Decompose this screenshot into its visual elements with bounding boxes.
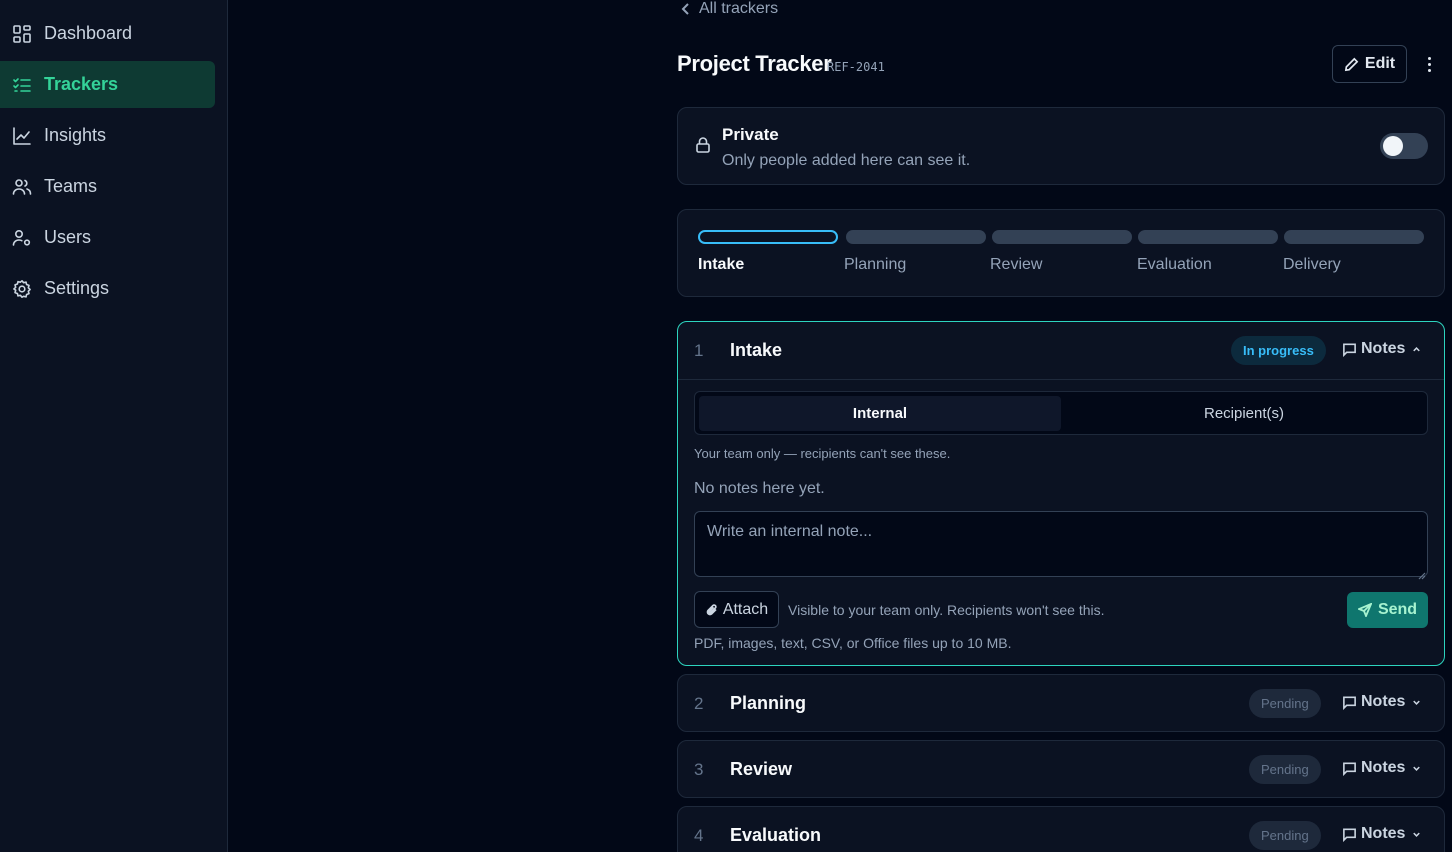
notes-toggle-button[interactable]: Notes — [1342, 693, 1422, 711]
notes-help-text: Your team only — recipients can't see th… — [694, 446, 951, 461]
chevron-down-icon — [1413, 700, 1421, 705]
page-title: Project Tracker — [677, 51, 832, 76]
stage-number: 3 — [694, 760, 704, 779]
sidebar-item-settings[interactable]: Settings — [0, 265, 215, 312]
stage-card-evaluation[interactable]: 4 Evaluation Pending Notes — [677, 806, 1445, 852]
sidebar-item-insights[interactable]: Insights — [0, 112, 215, 159]
send-button[interactable]: Send — [1347, 592, 1428, 628]
notes-label: Notes — [1361, 825, 1406, 842]
chevron-left-icon — [681, 3, 689, 15]
sidebar-item-label: Users — [44, 227, 92, 247]
sidebar-item-label: Dashboard — [44, 23, 133, 43]
stage-stepper: Intake Planning Review Evaluation Delive… — [677, 209, 1445, 297]
private-toggle[interactable] — [1380, 133, 1428, 159]
internal-note-input[interactable] — [694, 511, 1428, 577]
stage-card-intake: 1 Intake In progress Notes Internal Reci… — [677, 321, 1445, 666]
stage-name: Evaluation — [730, 825, 822, 845]
file-type-hint: PDF, images, text, CSV, or Office files … — [694, 635, 1012, 651]
stage-name: Intake — [730, 340, 783, 360]
stage-card-planning[interactable]: 2 Planning Pending Notes — [677, 674, 1445, 732]
privacy-title: Private — [722, 125, 779, 144]
sidebar-item-trackers[interactable]: Trackers — [0, 61, 215, 108]
step-bar-review — [992, 230, 1132, 244]
sidebar-item-label: Insights — [44, 125, 107, 145]
edit-button-label: Edit — [1364, 55, 1396, 72]
reference-code: REF-2041 — [827, 60, 885, 74]
sidebar-item-users[interactable]: Users — [0, 214, 215, 261]
sidebar: Dashboard Trackers Insights Teams Users … — [0, 0, 228, 852]
message-square-icon — [1343, 762, 1356, 776]
stage-number: 1 — [694, 341, 704, 360]
sidebar-item-label: Teams — [44, 176, 98, 196]
back-link[interactable]: All trackers — [679, 0, 778, 18]
edit-button[interactable]: Edit — [1332, 45, 1407, 83]
more-vertical-icon — [1427, 56, 1431, 60]
more-dot — [1427, 68, 1431, 72]
back-link-label: All trackers — [699, 0, 779, 17]
stage-card-review[interactable]: 3 Review Pending Notes — [677, 740, 1445, 798]
attach-button-label: Attach — [722, 600, 769, 618]
toggle-knob — [1383, 136, 1403, 156]
checklist-icon — [12, 75, 32, 95]
privacy-description: Only people added here can see it. — [722, 152, 971, 169]
sidebar-item-dashboard[interactable]: Dashboard — [0, 10, 215, 57]
gear-icon — [12, 279, 32, 299]
stage-number: 2 — [694, 694, 704, 713]
chevron-down-icon — [1413, 832, 1421, 837]
status-badge: Pending — [1249, 821, 1321, 850]
lock-icon — [694, 136, 714, 156]
message-square-icon — [1343, 696, 1356, 710]
sidebar-item-label: Trackers — [44, 74, 119, 94]
step-label-evaluation[interactable]: Evaluation — [1137, 256, 1212, 274]
line-chart-icon — [12, 126, 32, 146]
step-bar-intake — [698, 230, 838, 244]
step-bar-planning — [846, 230, 986, 244]
notes-toggle-button[interactable]: Notes — [1342, 340, 1422, 358]
send-icon — [1357, 603, 1372, 617]
stage-name: Planning — [730, 693, 806, 713]
notes-tabs: Internal Recipient(s) — [694, 391, 1428, 435]
sidebar-item-label: Settings — [44, 278, 110, 298]
stage-number: 4 — [694, 826, 704, 845]
stage-name: Review — [730, 759, 793, 779]
chevron-down-icon — [1413, 766, 1421, 771]
status-badge: In progress — [1231, 336, 1326, 365]
send-button-label: Send — [1377, 601, 1418, 618]
step-bar-delivery — [1284, 230, 1424, 244]
divider — [678, 379, 1444, 380]
more-options-button[interactable] — [1419, 52, 1439, 76]
step-label-intake[interactable]: Intake — [698, 256, 744, 274]
step-bar-evaluation — [1138, 230, 1278, 244]
message-square-icon — [1343, 343, 1356, 357]
pencil-icon — [1344, 57, 1359, 71]
users-icon — [12, 177, 32, 197]
privacy-card: Private Only people added here can see i… — [677, 107, 1445, 185]
sidebar-item-teams[interactable]: Teams — [0, 163, 215, 210]
notes-toggle-button[interactable]: Notes — [1342, 759, 1422, 777]
status-badge: Pending — [1249, 689, 1321, 718]
visibility-note: Visible to your team only. Recipients wo… — [788, 602, 1105, 618]
stage-header[interactable]: 1 Intake In progress Notes — [678, 322, 1444, 379]
paperclip-icon — [706, 603, 717, 615]
notes-label: Notes — [1361, 693, 1406, 710]
step-label-planning[interactable]: Planning — [844, 256, 906, 274]
step-label-review[interactable]: Review — [990, 256, 1042, 274]
chevron-up-icon — [1413, 346, 1421, 351]
step-label-delivery[interactable]: Delivery — [1283, 256, 1341, 274]
tab-internal[interactable]: Internal — [699, 396, 1061, 431]
notes-label: Notes — [1361, 340, 1406, 357]
notes-empty-state: No notes here yet. — [694, 480, 825, 497]
resize-handle-icon[interactable] — [1418, 567, 1426, 580]
more-dot — [1427, 62, 1431, 66]
message-square-icon — [1343, 828, 1356, 842]
notes-label: Notes — [1361, 759, 1406, 776]
user-cog-icon — [12, 228, 32, 248]
attach-button[interactable]: Attach — [694, 591, 779, 628]
status-badge: Pending — [1249, 755, 1321, 784]
notes-toggle-button[interactable]: Notes — [1342, 825, 1422, 843]
tab-recipients[interactable]: Recipient(s) — [1063, 396, 1425, 431]
dashboard-icon — [12, 24, 32, 44]
